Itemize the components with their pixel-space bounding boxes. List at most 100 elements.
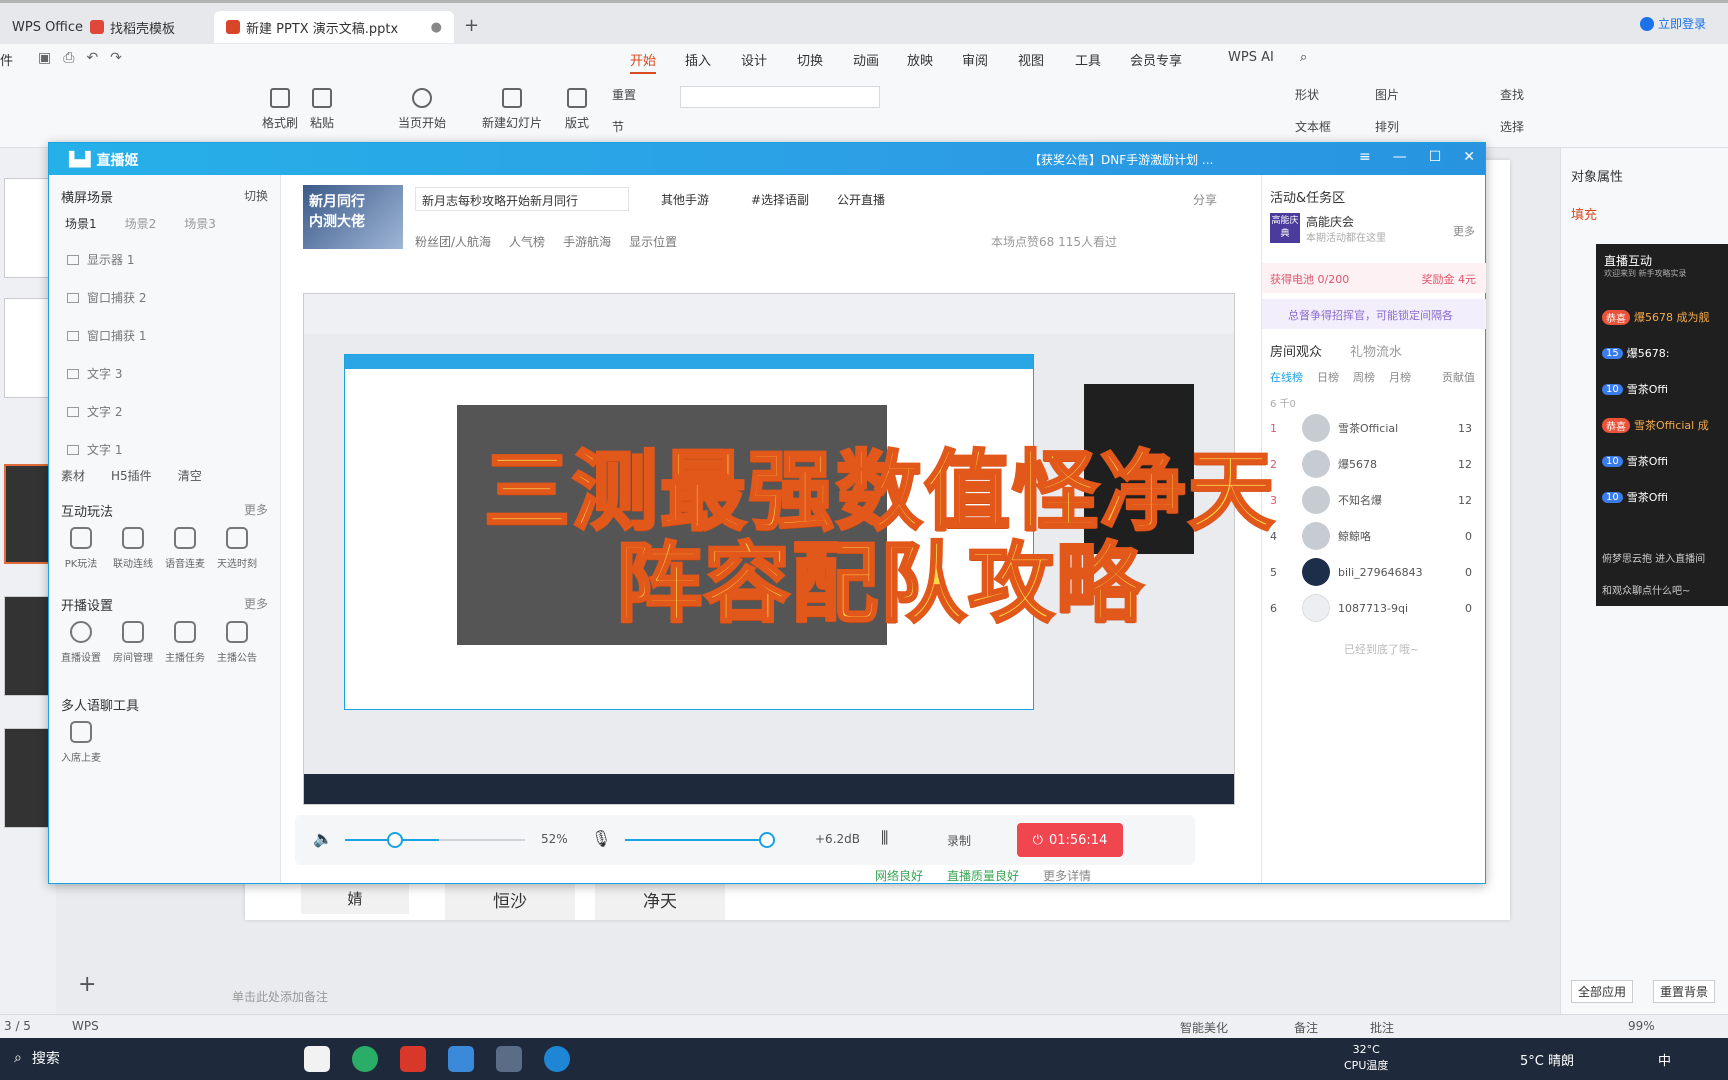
mixer-icon[interactable]: ⫼ xyxy=(881,828,888,848)
menu-icon[interactable]: ≡ xyxy=(1359,149,1371,165)
menu-view[interactable]: 视图 xyxy=(1018,50,1044,69)
mic-icon[interactable]: 🎙 xyxy=(591,829,611,848)
wps-ai-button[interactable]: WPS AI xyxy=(1228,50,1274,65)
play-current-button[interactable]: 当页开始 xyxy=(398,88,446,131)
speaker-icon[interactable]: 🔈 xyxy=(313,829,333,848)
record-button[interactable]: 录制 xyxy=(947,832,971,849)
source-item[interactable]: 文字 3 xyxy=(67,365,122,382)
wps-icon[interactable] xyxy=(400,1046,426,1072)
wechat-icon[interactable] xyxy=(352,1046,378,1072)
link-tool[interactable]: 联动连线 xyxy=(107,527,159,570)
promo-banner[interactable]: 总督争得招挥官，可能锁定间隔各 xyxy=(1262,299,1486,329)
save-icon[interactable]: ▣ xyxy=(38,50,51,66)
app-icon[interactable] xyxy=(448,1046,474,1072)
login-button[interactable]: 立即登录 xyxy=(1640,15,1706,32)
lottery-tool[interactable]: 天选时刻 xyxy=(211,527,263,570)
gift-flow-tab[interactable]: 礼物流水 xyxy=(1350,341,1402,360)
anchor-task-tool[interactable]: 主播任务 xyxy=(159,621,211,664)
font-name-select[interactable] xyxy=(680,86,880,108)
print-icon[interactable]: ⎙ xyxy=(63,50,74,66)
tab-daily[interactable]: 日榜 xyxy=(1317,369,1339,385)
shape-button[interactable]: 形状 xyxy=(1295,86,1319,103)
event-title[interactable]: 高能庆会 xyxy=(1306,213,1354,230)
menu-tools[interactable]: 工具 xyxy=(1075,50,1101,69)
switch-button[interactable]: 切换 xyxy=(244,187,268,204)
taskbar-search[interactable]: ⌕ 搜索 xyxy=(14,1048,60,1068)
category-button[interactable]: 其他手游 xyxy=(661,191,709,208)
fill-tab[interactable]: 填充 xyxy=(1571,204,1597,223)
tab-close-icon[interactable]: ● xyxy=(431,20,442,35)
fans-rank-link[interactable]: 粉丝团/人航海 xyxy=(415,233,491,250)
game-icon[interactable] xyxy=(496,1046,522,1072)
smart-beautify-button[interactable]: 智能美化 xyxy=(1180,1019,1228,1036)
tab-template[interactable]: 找稻壳模板 xyxy=(78,11,187,43)
mic-slider[interactable] xyxy=(625,839,775,841)
tab-weekly[interactable]: 周榜 xyxy=(1353,369,1375,385)
volume-slider[interactable] xyxy=(345,839,525,841)
menu-review[interactable]: 审阅 xyxy=(962,50,988,69)
maximize-icon[interactable]: ☐ xyxy=(1429,149,1442,165)
tab-online[interactable]: 在线榜 xyxy=(1270,369,1303,385)
volume-handle[interactable] xyxy=(387,832,403,848)
clear-button[interactable]: 清空 xyxy=(178,467,202,484)
slide-thumb[interactable] xyxy=(4,178,52,278)
reset-bg-button[interactable]: 重置背景 xyxy=(1653,980,1716,1003)
new-slide-button[interactable]: 新建幻灯片 xyxy=(482,88,542,131)
zoom-level[interactable]: 99% xyxy=(1628,1019,1655,1033)
menu-file[interactable]: 件 xyxy=(0,50,13,69)
image-button[interactable]: 图片 xyxy=(1375,86,1399,103)
source-item[interactable]: 窗口捕获 2 xyxy=(67,289,146,306)
slide-thumb[interactable] xyxy=(4,464,52,564)
tab-scene3[interactable]: 场景3 xyxy=(184,215,216,232)
viewer-row[interactable]: 1 雪茶Official 13 xyxy=(1270,411,1480,445)
apply-all-button[interactable]: 全部应用 xyxy=(1571,980,1634,1003)
comment-button[interactable]: 批注 xyxy=(1370,1019,1394,1036)
public-live-button[interactable]: 公开直播 xyxy=(837,191,885,208)
tab-scene2[interactable]: 场景2 xyxy=(125,215,157,232)
weather[interactable]: 5°C 晴朗 xyxy=(1520,1050,1574,1069)
select-button[interactable]: 选择 xyxy=(1500,118,1524,135)
redo-icon[interactable]: ↷ xyxy=(110,50,122,66)
menu-home[interactable]: 开始 xyxy=(630,50,657,74)
undo-icon[interactable]: ↶ xyxy=(86,50,98,66)
menu-design[interactable]: 设计 xyxy=(741,50,767,69)
notes-button[interactable]: 备注 xyxy=(1294,1019,1318,1036)
source-item[interactable]: 窗口捕获 1 xyxy=(67,327,146,344)
menu-slideshow[interactable]: 放映 xyxy=(907,50,933,69)
slide-thumb[interactable] xyxy=(4,596,52,696)
new-tab-icon[interactable]: + xyxy=(464,15,479,36)
reset-button[interactable]: 重置 xyxy=(612,86,636,103)
announcement[interactable]: 【获奖公告】DNF手游激励计划 ... xyxy=(1029,151,1213,168)
tag-button[interactable]: #选择语副 xyxy=(751,191,809,208)
anchor-notice-tool[interactable]: 主播公告 xyxy=(211,621,263,664)
room-manage-tool[interactable]: 房间管理 xyxy=(107,621,159,664)
source-item[interactable]: 文字 2 xyxy=(67,403,122,420)
ime-indicator[interactable]: 中 xyxy=(1658,1050,1671,1069)
paste-button[interactable]: 粘贴 xyxy=(310,88,334,131)
add-slide-icon[interactable]: + xyxy=(78,972,96,997)
room-cover[interactable]: 新月同行 内测大佬 xyxy=(303,185,403,249)
material-button[interactable]: 素材 xyxy=(61,467,85,484)
menu-insert[interactable]: 插入 xyxy=(685,50,711,69)
textbox-button[interactable]: 文本框 xyxy=(1295,118,1331,135)
mobile-rank-link[interactable]: 手游航海 xyxy=(563,233,611,250)
voice-tool[interactable]: 语音连麦 xyxy=(159,527,211,570)
source-item[interactable]: 文字 1 xyxy=(67,441,122,458)
stop-live-button[interactable]: ⏻ 01:56:14 xyxy=(1017,823,1123,857)
menu-member[interactable]: 会员专享 xyxy=(1130,50,1182,69)
file-icon[interactable] xyxy=(304,1046,330,1072)
tab-pptx[interactable]: 新建 PPTX 演示文稿.pptx ● xyxy=(214,11,454,43)
layout-button[interactable]: 版式 xyxy=(565,88,589,131)
location-toggle[interactable]: 显示位置 xyxy=(629,233,677,250)
close-icon[interactable]: ✕ xyxy=(1463,149,1475,165)
minimize-icon[interactable]: — xyxy=(1393,149,1407,165)
popularity-link[interactable]: 人气榜 xyxy=(509,233,545,250)
pk-tool[interactable]: PK玩法 xyxy=(55,527,107,570)
slide-thumb[interactable] xyxy=(4,298,52,398)
source-item[interactable]: 显示器 1 xyxy=(67,251,134,268)
edge-icon[interactable] xyxy=(544,1046,570,1072)
interactive-more[interactable]: 更多 xyxy=(244,501,268,518)
audience-title[interactable]: 房间观众 xyxy=(1270,341,1322,360)
menu-transition[interactable]: 切换 xyxy=(797,50,823,69)
arrange-button[interactable]: 排列 xyxy=(1375,118,1399,135)
